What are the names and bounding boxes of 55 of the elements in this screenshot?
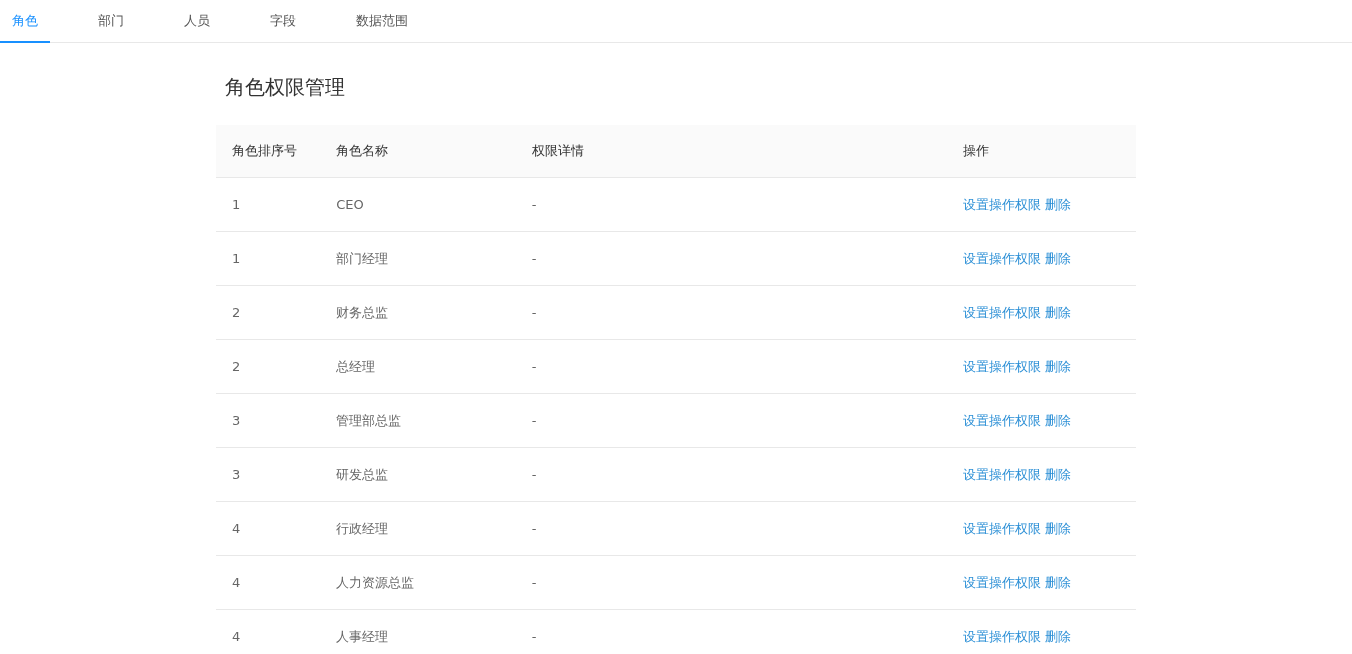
table-cell-text: 3 xyxy=(232,465,242,484)
set-permissions-link[interactable]: 设置操作权限 xyxy=(963,194,1042,215)
delete-link[interactable]: 删除 xyxy=(1045,302,1072,323)
set-permissions-link[interactable]: 设置操作权限 xyxy=(963,248,1042,269)
set-permissions-link[interactable]: 设置操作权限 xyxy=(963,410,1042,431)
table-cell-text: 研发总监 xyxy=(336,465,390,484)
column-header: 权限详情 xyxy=(531,142,585,161)
table-cell-text: 管理部总监 xyxy=(336,411,403,430)
table-cell-text: 3 xyxy=(232,411,242,430)
table-cell-text: 财务总监 xyxy=(336,303,390,322)
column-header: 角色排序号 xyxy=(232,142,298,161)
table-cell-text: - xyxy=(531,411,538,430)
table-cell-text: 2 xyxy=(232,357,242,376)
delete-link[interactable]: 删除 xyxy=(1045,410,1072,431)
delete-link[interactable]: 删除 xyxy=(1045,248,1072,269)
table-cell-text: 4 xyxy=(232,519,242,538)
table-cell-text: - xyxy=(531,303,538,322)
table-cell-text: CEO xyxy=(336,195,365,214)
tab[interactable]: 人员 xyxy=(172,0,222,43)
table-cell-text: 1 xyxy=(232,249,242,268)
set-permissions-link[interactable]: 设置操作权限 xyxy=(963,302,1042,323)
tab[interactable]: 数据范围 xyxy=(344,0,420,43)
tab[interactable]: 字段 xyxy=(258,0,308,43)
delete-link[interactable]: 删除 xyxy=(1045,518,1072,539)
table-cell-text: 2 xyxy=(232,303,242,322)
table-cell-text: 人力资源总监 xyxy=(336,573,416,592)
set-permissions-link[interactable]: 设置操作权限 xyxy=(963,518,1042,539)
table-cell-text: 4 xyxy=(232,573,242,592)
table-cell-text: 总经理 xyxy=(336,357,377,376)
table-cell-text: 人事经理 xyxy=(336,627,390,646)
set-permissions-link[interactable]: 设置操作权限 xyxy=(963,626,1042,647)
table-cell-text: - xyxy=(531,573,538,592)
table-cell-text: - xyxy=(531,357,538,376)
column-header: 操作 xyxy=(963,142,991,161)
column-header: 角色名称 xyxy=(336,142,390,161)
delete-link[interactable]: 删除 xyxy=(1045,194,1072,215)
table-cell-text: - xyxy=(531,249,538,268)
page-title: 角色权限管理 xyxy=(225,74,346,101)
table-cell-text: - xyxy=(531,195,538,214)
set-permissions-link[interactable]: 设置操作权限 xyxy=(963,464,1042,485)
table-cell-text: 行政经理 xyxy=(336,519,390,538)
delete-link[interactable]: 删除 xyxy=(1045,464,1072,485)
table-cell-text: 4 xyxy=(232,627,242,646)
delete-link[interactable]: 删除 xyxy=(1045,572,1072,593)
delete-link[interactable]: 删除 xyxy=(1045,356,1072,377)
set-permissions-link[interactable]: 设置操作权限 xyxy=(963,572,1042,593)
table-cell-text: 部门经理 xyxy=(336,249,390,268)
table-cell-text: 1 xyxy=(232,195,242,214)
table-cell-text: - xyxy=(531,627,538,646)
set-permissions-link[interactable]: 设置操作权限 xyxy=(963,356,1042,377)
table-cell-text: - xyxy=(531,465,538,484)
table-cell-text: - xyxy=(531,519,538,538)
delete-link[interactable]: 删除 xyxy=(1045,626,1072,647)
tab[interactable]: 角色 xyxy=(0,0,50,43)
tab[interactable]: 部门 xyxy=(86,0,136,43)
